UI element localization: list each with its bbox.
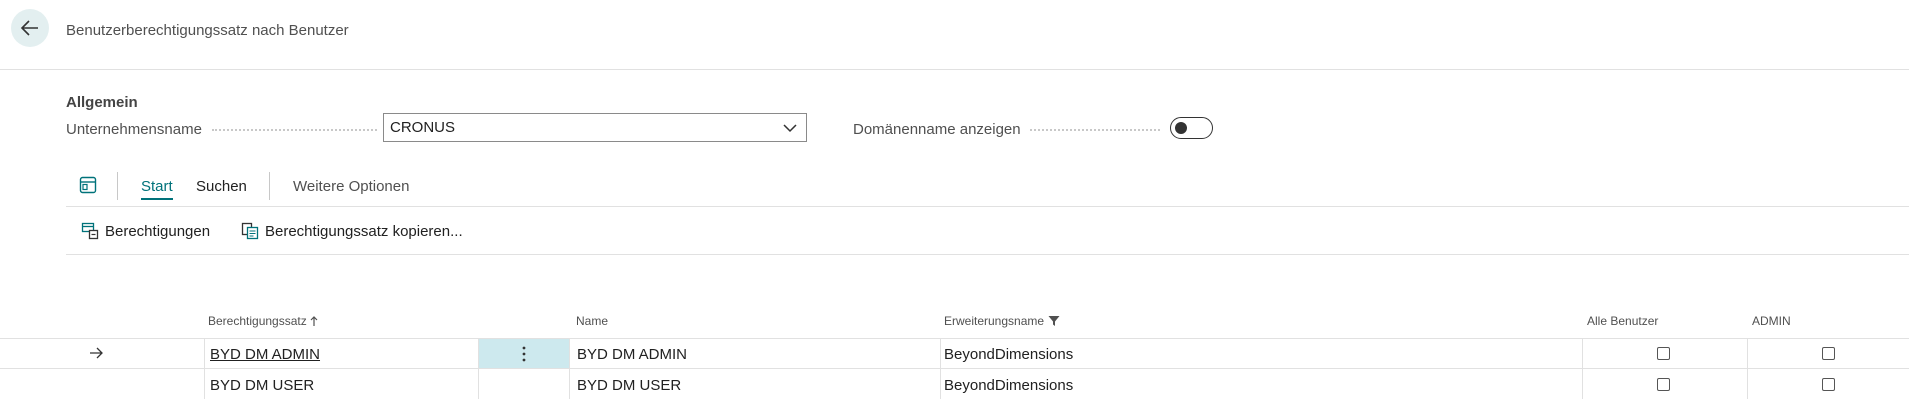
arrow-right-icon: [90, 347, 103, 359]
name-cell: BYD DM ADMIN: [577, 346, 688, 363]
column-header-name[interactable]: Name: [576, 314, 608, 328]
row-actions-button[interactable]: [479, 339, 569, 368]
column-header-all-users[interactable]: Alle Benutzer: [1587, 314, 1658, 328]
domain-name-label: Domänenname anzeigen: [853, 121, 1021, 138]
admin-checkbox[interactable]: [1822, 378, 1835, 391]
copy-permission-set-label: Berechtigungssatz kopieren...: [265, 222, 463, 240]
section-title-general: Allgemein: [66, 94, 138, 111]
toolbar-bottom-divider: [66, 254, 1909, 255]
company-name-select[interactable]: CRONUS: [383, 113, 807, 142]
more-vertical-icon: [522, 346, 526, 361]
name-cell: BYD DM USER: [577, 377, 682, 394]
extension-name-cell: BeyondDimensions: [944, 346, 1074, 363]
permissions-icon: [81, 222, 99, 240]
company-name-leader-dots: [212, 129, 377, 131]
extension-name-cell: BeyondDimensions: [944, 377, 1074, 394]
tab-suchen[interactable]: Suchen: [196, 178, 247, 195]
panel-icon: [79, 176, 97, 194]
sort-ascending-icon: [310, 315, 318, 326]
all-users-checkbox[interactable]: [1657, 378, 1670, 391]
domain-name-leader-dots: [1030, 129, 1160, 131]
arrow-left-icon: [20, 20, 38, 36]
page-title: Benutzerberechtigungssatz nach Benutzer: [66, 22, 349, 39]
column-header-extension-name[interactable]: Erweiterungsname: [944, 314, 1060, 328]
copy-permission-set-button[interactable]: Berechtigungssatz kopieren...: [241, 222, 463, 240]
action-bar-separator: [269, 172, 270, 200]
tab-start[interactable]: Start: [141, 178, 173, 200]
current-row-indicator: [88, 345, 104, 366]
permission-set-cell[interactable]: BYD DM ADMIN: [210, 346, 320, 363]
permissions-label: Berechtigungen: [105, 222, 211, 240]
company-name-value: CRONUS: [390, 119, 456, 136]
all-users-checkbox[interactable]: [1657, 347, 1670, 360]
copy-icon: [241, 222, 259, 240]
column-header-admin[interactable]: ADMIN: [1752, 314, 1791, 328]
back-button[interactable]: [11, 9, 49, 47]
tab-more-options[interactable]: Weitere Optionen: [293, 178, 409, 195]
permissions-button[interactable]: Berechtigungen: [81, 222, 210, 240]
header-divider: [0, 69, 1909, 70]
chevron-down-icon: [783, 124, 797, 133]
action-bar-divider: [66, 206, 1909, 207]
action-bar-separator: [117, 172, 118, 200]
company-name-label: Unternehmensname: [66, 121, 202, 138]
toggle-knob: [1175, 122, 1187, 134]
show-hide-panel-button[interactable]: [79, 176, 97, 199]
permission-set-cell[interactable]: BYD DM USER: [210, 377, 314, 394]
filter-icon: [1048, 316, 1060, 326]
column-header-permission-set[interactable]: Berechtigungssatz: [208, 314, 318, 328]
admin-checkbox[interactable]: [1822, 347, 1835, 360]
show-domain-toggle[interactable]: [1170, 117, 1213, 139]
